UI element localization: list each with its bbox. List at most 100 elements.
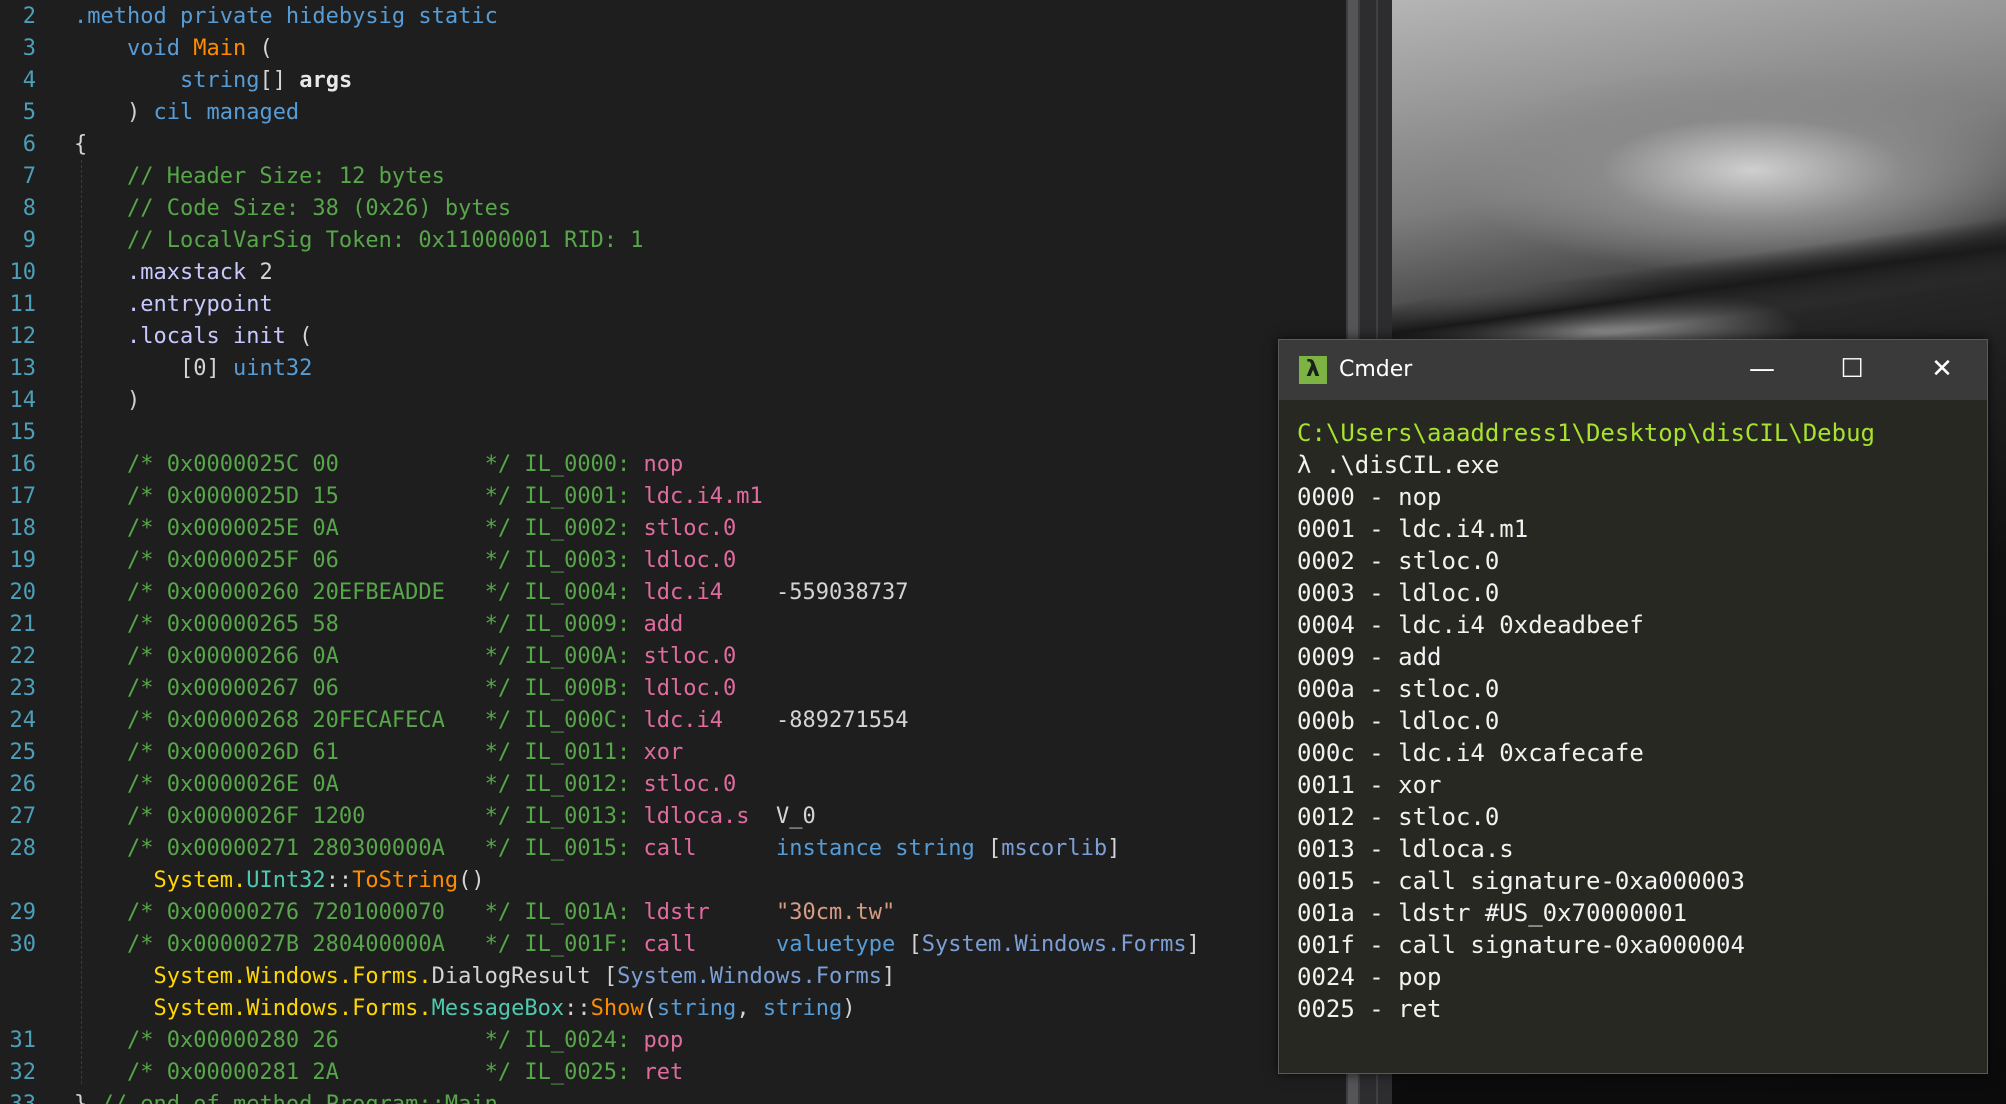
code-text: string[] args bbox=[74, 65, 352, 97]
line-number: 33 bbox=[0, 1089, 37, 1104]
code-token: ret bbox=[643, 1060, 684, 1085]
close-button[interactable]: ✕ bbox=[1897, 340, 1987, 400]
code-text: System.Windows.Forms.MessageBox::Show(st… bbox=[74, 993, 855, 1025]
code-line[interactable]: 26 /* 0x0000026E 0A */ IL_0012: stloc.0 bbox=[0, 769, 1320, 801]
code-line[interactable]: 3 void Main ( bbox=[0, 33, 1320, 65]
code-line[interactable]: 24 /* 0x00000268 20FECAFECA */ IL_000C: … bbox=[0, 705, 1320, 737]
code-token: uint32 bbox=[232, 356, 313, 381]
code-token: ldloc.0 bbox=[643, 548, 737, 573]
line-number: 11 bbox=[9, 292, 37, 317]
code-text: // Header Size: 12 bytes bbox=[74, 161, 445, 193]
code-line[interactable]: 33 } // end of method Program::Main bbox=[0, 1089, 1320, 1104]
code-token: :: bbox=[564, 996, 591, 1021]
code-token: call bbox=[643, 932, 697, 957]
code-token: ) bbox=[74, 100, 154, 125]
code-token: ldc.i4 bbox=[643, 708, 724, 733]
code-line[interactable]: 27 /* 0x0000026F 1200 */ IL_0013: ldloca… bbox=[0, 801, 1320, 833]
code-token: ] bbox=[1107, 836, 1121, 861]
code-token: /* 0x0000026F 1200 */ IL_0013: bbox=[74, 804, 644, 829]
code-line[interactable]: 10 .maxstack 2 bbox=[0, 257, 1320, 289]
code-token: "30cm.tw" bbox=[776, 900, 896, 925]
code-line[interactable]: 16 /* 0x0000025C 00 */ IL_0000: nop bbox=[0, 449, 1320, 481]
code-lines[interactable]: 2 .method private hidebysig static 3 void … bbox=[0, 1, 1320, 1104]
console-line: 0001 - ldc.i4.m1 bbox=[1297, 515, 1529, 543]
code-line[interactable]: 25 /* 0x0000026D 61 */ IL_0011: xor bbox=[0, 737, 1320, 769]
code-line[interactable]: 13 [0] uint32 bbox=[0, 353, 1320, 385]
code-token: 2 bbox=[246, 260, 273, 285]
code-line[interactable]: 7 // Header Size: 12 bytes bbox=[0, 161, 1320, 193]
window-title: Cmder bbox=[1339, 357, 1413, 382]
line-number: 10 bbox=[9, 260, 37, 285]
code-line[interactable]: 19 /* 0x0000025F 06 */ IL_0003: ldloc.0 bbox=[0, 545, 1320, 577]
line-number: 29 bbox=[9, 900, 37, 925]
code-token: /* 0x00000267 06 */ IL_000B: bbox=[74, 676, 644, 701]
code-line[interactable]: 30 /* 0x0000027B 280400000A */ IL_001F: … bbox=[0, 929, 1320, 961]
code-token: /* 0x0000025F 06 */ IL_0003: bbox=[74, 548, 644, 573]
code-token: nop bbox=[643, 452, 684, 477]
code-text: ) cil managed bbox=[74, 97, 299, 129]
maximize-button[interactable]: ☐ bbox=[1807, 340, 1897, 400]
code-line[interactable]: 8 // Code Size: 38 (0x26) bytes bbox=[0, 193, 1320, 225]
code-token: /* 0x0000025E 0A */ IL_0002: bbox=[74, 516, 644, 541]
code-text: /* 0x00000271 280300000A */ IL_0015: cal… bbox=[74, 833, 1120, 865]
code-line[interactable]: 6{ bbox=[0, 129, 1320, 161]
code-token: // Header Size: 12 bytes bbox=[74, 164, 445, 189]
code-token: /* 0x0000025C 00 */ IL_0000: bbox=[74, 452, 644, 477]
code-token: UInt32 bbox=[246, 868, 326, 893]
code-token: ldstr bbox=[643, 900, 710, 925]
cmder-window[interactable]: λ Cmder — ☐ ✕ C:\Users\aaaddress1\Deskto… bbox=[1278, 339, 1988, 1074]
line-number: 26 bbox=[9, 772, 37, 797]
cmder-titlebar[interactable]: λ Cmder — ☐ ✕ bbox=[1279, 340, 1987, 400]
code-line[interactable]: 9 // LocalVarSig Token: 0x11000001 RID: … bbox=[0, 225, 1320, 257]
code-editor[interactable]: 2 .method private hidebysig static 3 void … bbox=[0, 0, 1350, 1104]
code-line[interactable]: 22 /* 0x00000266 0A */ IL_000A: stloc.0 bbox=[0, 641, 1320, 673]
code-line[interactable]: System.UInt32::ToString() bbox=[0, 865, 1320, 897]
code-line[interactable]: 32 /* 0x00000281 2A */ IL_0025: ret bbox=[0, 1057, 1320, 1089]
code-line[interactable]: 17 /* 0x0000025D 15 */ IL_0001: ldc.i4.m… bbox=[0, 481, 1320, 513]
code-token: /* 0x0000026D 61 */ IL_0011: bbox=[74, 740, 644, 765]
code-text: /* 0x0000026E 0A */ IL_0012: stloc.0 bbox=[74, 769, 736, 801]
console-line: 0002 - stloc.0 bbox=[1297, 547, 1500, 575]
code-line[interactable]: 28 /* 0x00000271 280300000A */ IL_0015: … bbox=[0, 833, 1320, 865]
code-token: valuetype bbox=[776, 932, 896, 957]
console-line: 0004 - ldc.i4 0xdeadbeef bbox=[1297, 611, 1644, 639]
code-text: /* 0x0000027B 280400000A */ IL_001F: cal… bbox=[74, 929, 1200, 961]
line-number: 13 bbox=[9, 356, 37, 381]
code-line[interactable]: System.Windows.Forms.MessageBox::Show(st… bbox=[0, 993, 1320, 1025]
code-line[interactable]: 21 /* 0x00000265 58 */ IL_0009: add bbox=[0, 609, 1320, 641]
code-token: ldloca.s bbox=[643, 804, 750, 829]
console-line: 0003 - ldloc.0 bbox=[1297, 579, 1500, 607]
code-text: void Main ( bbox=[74, 33, 273, 65]
code-token: args bbox=[299, 68, 353, 93]
console-line: 000a - stloc.0 bbox=[1297, 675, 1500, 703]
code-text: .entrypoint bbox=[74, 289, 273, 321]
code-token: [0] bbox=[74, 356, 233, 381]
line-number: 32 bbox=[9, 1060, 37, 1085]
console-line: 0009 - add bbox=[1297, 643, 1442, 671]
code-line[interactable]: 5 ) cil managed bbox=[0, 97, 1320, 129]
code-line[interactable]: 31 /* 0x00000280 26 */ IL_0024: pop bbox=[0, 1025, 1320, 1057]
code-text: } // end of method Program::Main bbox=[74, 1089, 498, 1104]
code-line[interactable]: 29 /* 0x00000276 7201000070 */ IL_001A: … bbox=[0, 897, 1320, 929]
code-line[interactable]: 23 /* 0x00000267 06 */ IL_000B: ldloc.0 bbox=[0, 673, 1320, 705]
line-number: 5 bbox=[22, 100, 36, 125]
code-token: pop bbox=[643, 1028, 684, 1053]
code-line[interactable]: 12 .locals init ( bbox=[0, 321, 1320, 353]
code-token: :: bbox=[325, 868, 353, 893]
code-line[interactable]: 18 /* 0x0000025E 0A */ IL_0002: stloc.0 bbox=[0, 513, 1320, 545]
code-line[interactable]: 4 string[] args bbox=[0, 65, 1320, 97]
code-line[interactable]: 20 /* 0x00000260 20EFBEADDE */ IL_0004: … bbox=[0, 577, 1320, 609]
line-number: 4 bbox=[22, 68, 36, 93]
code-line[interactable]: 2 .method private hidebysig static bbox=[0, 1, 1320, 33]
code-token: mscorlib bbox=[1001, 836, 1108, 861]
code-line[interactable]: System.Windows.Forms.DialogResult [Syste… bbox=[0, 961, 1320, 993]
code-line[interactable]: 14 ) bbox=[0, 385, 1320, 417]
code-line[interactable]: 11 .entrypoint bbox=[0, 289, 1320, 321]
console-output[interactable]: C:\Users\aaaddress1\Desktop\disCIL\Debug… bbox=[1297, 417, 1977, 1025]
code-line[interactable]: 15 bbox=[0, 417, 1320, 449]
minimize-button[interactable]: — bbox=[1717, 340, 1807, 400]
